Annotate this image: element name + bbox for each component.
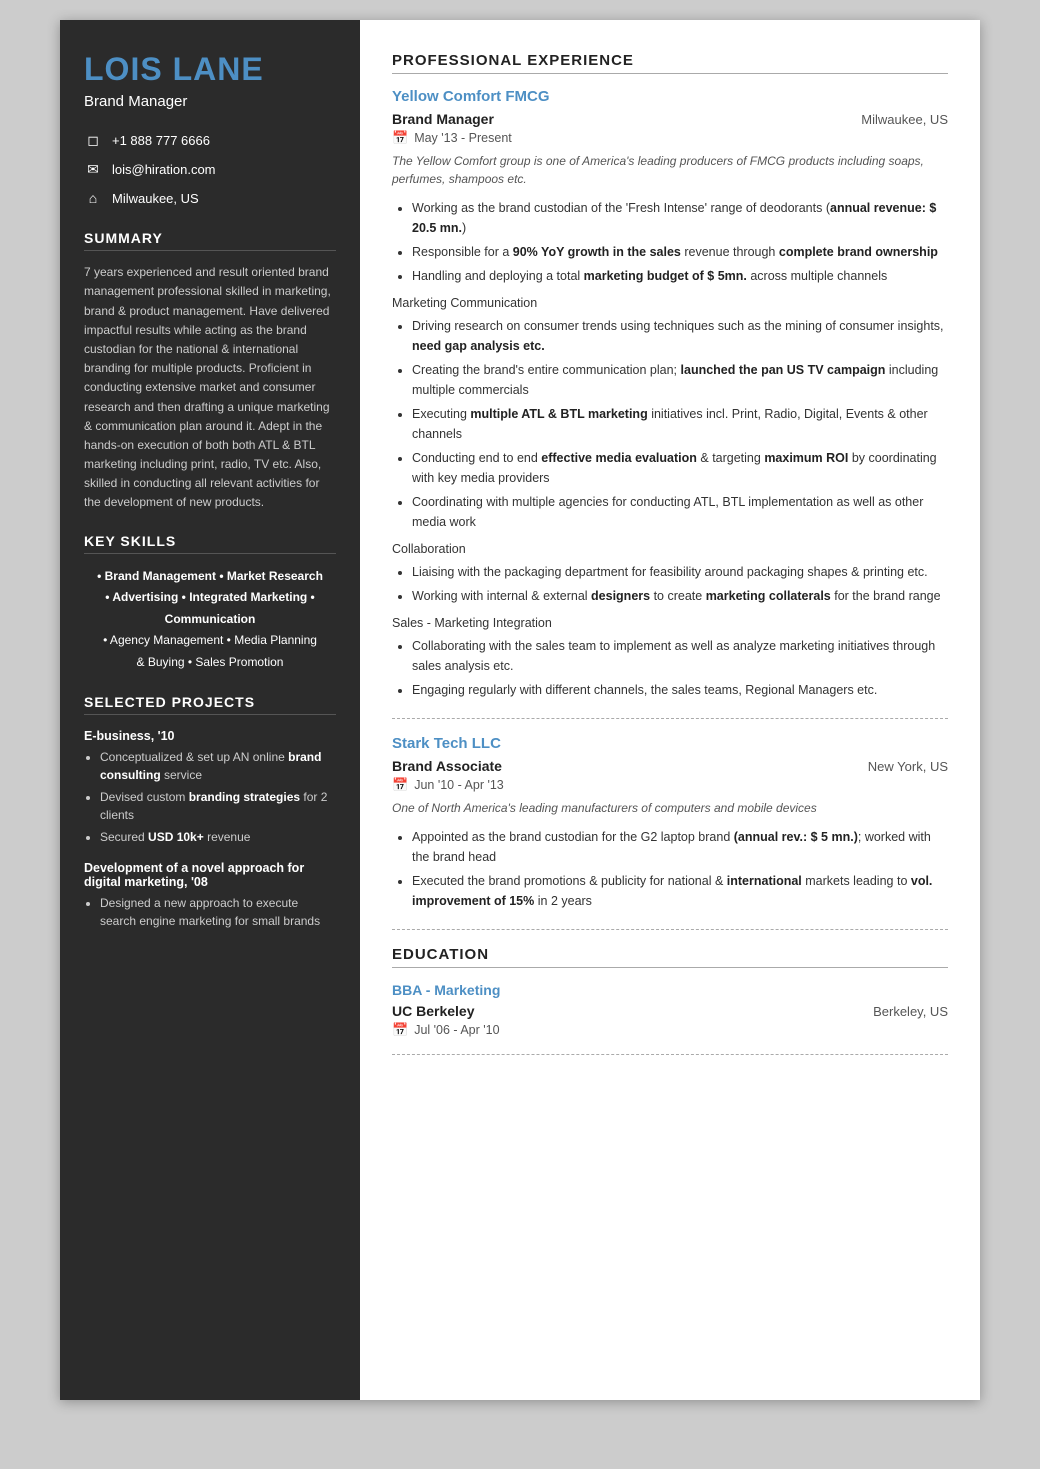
list-item: Coordinating with multiple agencies for … [412, 492, 948, 532]
job-2-bullets: Appointed as the brand custodian for the… [392, 827, 948, 911]
list-item: Appointed as the brand custodian for the… [412, 827, 948, 867]
list-item: Engaging regularly with different channe… [412, 680, 948, 700]
sidebar: LOIS LANE Brand Manager ◻ +1 888 777 666… [60, 20, 360, 1400]
skills-section-title: KEY SKILLS [84, 533, 336, 554]
list-item: Secured USD 10k+ revenue [100, 828, 336, 847]
list-item: Designed a new approach to execute searc… [100, 894, 336, 931]
job-1-bullets-sales: Collaborating with the sales team to imp… [392, 636, 948, 700]
job-2-location: New York, US [868, 759, 948, 774]
job-1-location: Milwaukee, US [861, 112, 948, 127]
resume-container: LOIS LANE Brand Manager ◻ +1 888 777 666… [60, 20, 980, 1400]
divider-1 [392, 718, 948, 719]
projects-section: E-business, '10 Conceptualized & set up … [84, 729, 336, 931]
job-1-description: The Yellow Comfort group is one of Ameri… [392, 152, 948, 188]
job-1-header: Brand Manager Milwaukee, US [392, 111, 948, 127]
divider-2 [392, 929, 948, 930]
list-item: Working as the brand custodian of the 'F… [412, 198, 948, 238]
list-item: Executing multiple ATL & BTL marketing i… [412, 404, 948, 444]
summary-section-title: SUMMARY [84, 230, 336, 251]
main-content: PROFESSIONAL EXPERIENCE Yellow Comfort F… [360, 20, 980, 1400]
candidate-title: Brand Manager [84, 93, 336, 110]
sub-section-marketing-comm: Marketing Communication [392, 296, 948, 310]
job-2: Stark Tech LLC Brand Associate New York,… [392, 735, 948, 911]
project-1-title: E-business, '10 [84, 729, 336, 743]
list-item: Executed the brand promotions & publicit… [412, 871, 948, 911]
company-1-name: Yellow Comfort FMCG [392, 88, 948, 105]
summary-text: 7 years experienced and result oriented … [84, 263, 336, 512]
edu-dates: 📅 Jul '06 - Apr '10 [392, 1022, 948, 1038]
list-item: Liaising with the packaging department f… [412, 562, 948, 582]
job-1-bullets-main: Working as the brand custodian of the 'F… [392, 198, 948, 286]
project-1-bullets: Conceptualized & set up AN online brand … [84, 748, 336, 847]
sub-section-sales: Sales - Marketing Integration [392, 616, 948, 630]
calendar-icon-edu: 📅 [392, 1022, 408, 1038]
job-1: Yellow Comfort FMCG Brand Manager Milwau… [392, 88, 948, 700]
divider-3 [392, 1054, 948, 1055]
edu-degree: BBA - Marketing [392, 982, 948, 998]
calendar-icon: 📅 [392, 130, 408, 146]
edu-school: UC Berkeley [392, 1003, 475, 1019]
project-2-title: Development of a novel approach for digi… [84, 861, 336, 889]
phone-icon: ◻ [84, 132, 102, 149]
list-item: Collaborating with the sales team to imp… [412, 636, 948, 676]
email-icon: ✉ [84, 161, 102, 178]
list-item: Responsible for a 90% YoY growth in the … [412, 242, 948, 262]
job-1-title: Brand Manager [392, 111, 494, 127]
company-2-name: Stark Tech LLC [392, 735, 948, 752]
job-2-description: One of North America's leading manufactu… [392, 799, 948, 817]
contact-email: ✉ lois@hiration.com [84, 161, 336, 178]
list-item: Handling and deploying a total marketing… [412, 266, 948, 286]
calendar-icon-2: 📅 [392, 777, 408, 793]
job-2-dates: 📅 Jun '10 - Apr '13 [392, 777, 948, 793]
list-item: Conducting end to end effective media ev… [412, 448, 948, 488]
experience-section-title: PROFESSIONAL EXPERIENCE [392, 52, 948, 74]
education-section: EDUCATION BBA - Marketing UC Berkeley Be… [392, 946, 948, 1038]
list-item: Driving research on consumer trends usin… [412, 316, 948, 356]
job-2-header: Brand Associate New York, US [392, 758, 948, 774]
job-2-title: Brand Associate [392, 758, 502, 774]
location-icon: ⌂ [84, 190, 102, 206]
list-item: Devised custom branding strategies for 2… [100, 788, 336, 825]
education-section-title: EDUCATION [392, 946, 948, 968]
job-1-bullets-collab: Liaising with the packaging department f… [392, 562, 948, 606]
list-item: Creating the brand's entire communicatio… [412, 360, 948, 400]
candidate-name: LOIS LANE [84, 52, 336, 87]
list-item: Working with internal & external designe… [412, 586, 948, 606]
job-1-bullets-marketing: Driving research on consumer trends usin… [392, 316, 948, 532]
sub-section-collaboration: Collaboration [392, 542, 948, 556]
contact-phone: ◻ +1 888 777 6666 [84, 132, 336, 149]
contact-list: ◻ +1 888 777 6666 ✉ lois@hiration.com ⌂ … [84, 132, 336, 206]
edu-school-header: UC Berkeley Berkeley, US [392, 1003, 948, 1019]
projects-section-title: SELECTED PROJECTS [84, 694, 336, 715]
project-2-bullets: Designed a new approach to execute searc… [84, 894, 336, 931]
edu-location: Berkeley, US [873, 1004, 948, 1019]
contact-location: ⌂ Milwaukee, US [84, 190, 336, 206]
skills-text: • Brand Management • Market Research• Ad… [84, 566, 336, 674]
list-item: Conceptualized & set up AN online brand … [100, 748, 336, 785]
job-1-dates: 📅 May '13 - Present [392, 130, 948, 146]
